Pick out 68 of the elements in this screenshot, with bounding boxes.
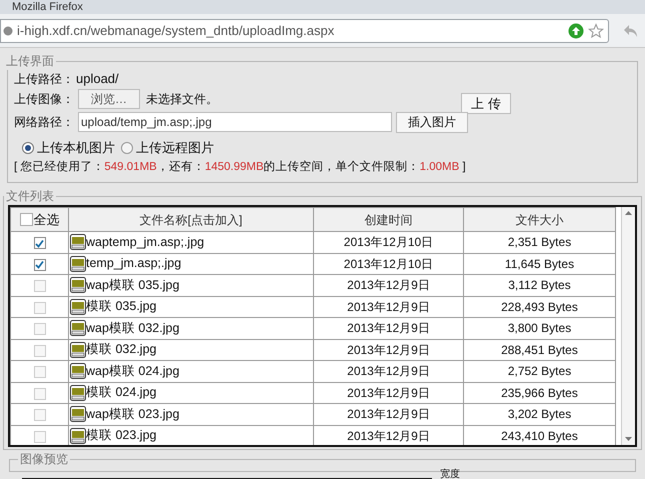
field-label: 网络路径： (14, 114, 74, 131)
image-file-icon (70, 428, 86, 444)
radio-button[interactable] (121, 142, 133, 154)
quota-info: [ 您已经使用了：549.01MB，还有：1450.99MB的上传空间，单个文件限制：1.00MB ] (14, 159, 467, 175)
size-cell: 3,800 Bytes (464, 318, 616, 339)
row-checkbox[interactable] (34, 344, 46, 357)
column-header[interactable]: 文件大小 (464, 208, 616, 232)
image-file-icon (70, 256, 86, 272)
size-cell: 2,351 Bytes (464, 232, 616, 253)
upload-path: upload/ (76, 70, 119, 88)
row-checkbox[interactable] (34, 388, 46, 400)
date-cell: 2013年12月10日 (314, 232, 464, 253)
date-cell: 2013年12月9日 (314, 404, 464, 425)
go-icon[interactable] (568, 22, 584, 38)
select-all-label: 全选 (34, 210, 60, 229)
upload-button[interactable]: 上 传 (461, 92, 511, 114)
image-file-icon (70, 384, 86, 401)
size-cell: 3,112 Bytes (464, 274, 616, 296)
url-text: i-high.xdf.cn/webmanage/system_dntb/uploadImg.aspx (17, 22, 336, 40)
window-title: Mozilla Firefox (12, 1, 83, 13)
date-cell: 2013年12月9日 (314, 274, 464, 296)
field-label: 上传路径： (14, 71, 74, 88)
date-cell: 2013年12月9日 (314, 296, 464, 318)
date-cell: 2013年12月10日 (314, 253, 464, 274)
address-bar[interactable]: i-high.xdf.cn/webmanage/system_dntb/uploadImg.aspx (0, 18, 609, 42)
browse-button[interactable]: 浏览… (78, 89, 140, 109)
date-cell: 2013年12月9日 (314, 339, 464, 360)
scrollbar[interactable] (621, 207, 635, 445)
image-file-icon (70, 320, 86, 336)
date-cell: 2013年12月9日 (314, 318, 464, 339)
column-header[interactable]: 创建时间 (314, 208, 464, 232)
image-file-icon (70, 342, 86, 358)
size-cell: 2,752 Bytes (464, 360, 616, 382)
size-cell: 288,451 Bytes (464, 339, 616, 360)
back-arrow-icon[interactable] (623, 24, 639, 38)
column-header[interactable]: 文件名称[点击加入] (68, 208, 314, 232)
star-icon[interactable] (588, 22, 604, 38)
image-file-icon (70, 363, 86, 380)
panel-legend: 文件列表 (4, 187, 56, 205)
select-all-checkbox[interactable] (20, 213, 32, 226)
image-file-icon (70, 298, 86, 315)
insert-image-button[interactable]: 插入图片 (396, 112, 468, 132)
panel-legend: 图像预览 (18, 450, 70, 468)
row-checkbox[interactable] (34, 323, 46, 336)
size-cell: 228,493 Bytes (464, 296, 616, 318)
image-file-icon (70, 406, 86, 422)
size-cell: 3,202 Bytes (464, 404, 616, 425)
image-file-icon (70, 234, 86, 250)
file-status: 未选择文件。 (146, 91, 218, 108)
row-checkbox[interactable] (34, 366, 46, 378)
row-checkbox[interactable] (34, 302, 46, 314)
size-cell: 11,645 Bytes (464, 253, 616, 274)
row-checkbox[interactable] (34, 258, 46, 271)
row-checkbox[interactable] (34, 430, 46, 443)
row-checkbox[interactable] (34, 280, 46, 292)
radio-option[interactable]: 上传远程图片 (121, 138, 214, 158)
radio-button[interactable] (22, 142, 34, 154)
row-checkbox[interactable] (34, 237, 46, 250)
date-cell: 2013年12月9日 (314, 382, 464, 404)
radio-option[interactable]: 上传本机图片 (22, 138, 115, 158)
date-cell: 2013年12月9日 (314, 360, 464, 382)
network-path-field[interactable]: upload/temp_jm.asp;.jpg (78, 112, 392, 132)
image-file-icon (70, 277, 86, 294)
row-checkbox[interactable] (34, 409, 46, 422)
panel-legend: 上传界面 (4, 52, 56, 70)
field-label: 上传图像： (14, 91, 74, 108)
size-cell: 235,966 Bytes (464, 382, 616, 404)
field-label: 宽度 (440, 469, 460, 479)
